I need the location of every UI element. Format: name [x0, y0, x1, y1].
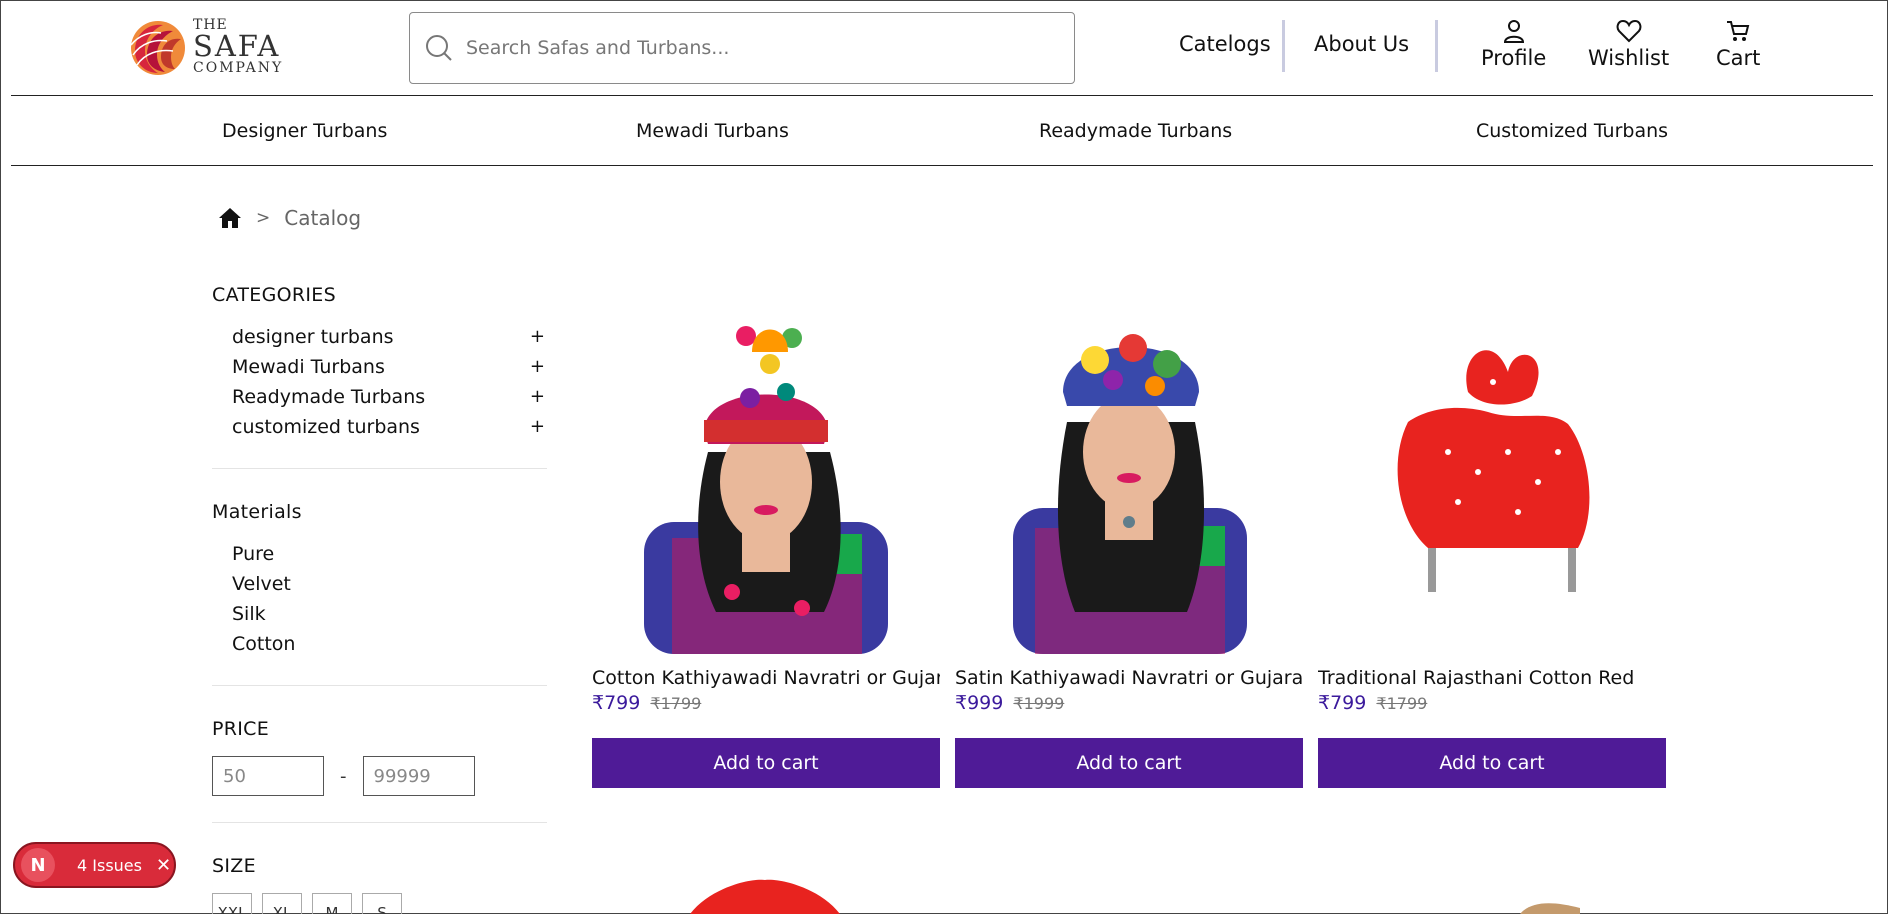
- breadcrumb-current: Catalog: [284, 206, 362, 230]
- divider: [212, 468, 547, 469]
- divider: [212, 685, 547, 686]
- product-price: ₹799 ₹1799: [592, 692, 701, 714]
- next-logo-icon: N: [21, 848, 55, 882]
- cart-label: Cart: [1716, 46, 1761, 70]
- expand-icon[interactable]: +: [530, 356, 545, 386]
- filter-category-item[interactable]: customized turbans +: [232, 416, 547, 446]
- home-icon[interactable]: [218, 206, 242, 230]
- product-image[interactable]: [1318, 312, 1666, 654]
- material-option[interactable]: Cotton: [232, 633, 547, 663]
- category-mewadi-turbans[interactable]: Mewadi Turbans: [636, 120, 789, 142]
- turban-logo-icon: [130, 21, 185, 75]
- current-price: ₹799: [1318, 692, 1367, 714]
- category-readymade-turbans[interactable]: Readymade Turbans: [1039, 120, 1232, 142]
- product-price: ₹999 ₹1999: [955, 692, 1064, 714]
- profile-button[interactable]: Profile: [1481, 18, 1546, 70]
- expand-icon[interactable]: +: [530, 386, 545, 416]
- size-option[interactable]: XXL: [212, 893, 252, 914]
- materials-title: Materials: [212, 501, 302, 523]
- product-name[interactable]: Cotton Kathiyawadi Navratri or Gujarati: [592, 667, 940, 689]
- product-image[interactable]: [690, 878, 840, 914]
- logo-wordmark: THE SAFA COMPANY: [193, 18, 283, 75]
- size-option[interactable]: M: [312, 893, 352, 914]
- current-price: ₹999: [955, 692, 1004, 714]
- heart-icon: [1616, 19, 1641, 43]
- size-title: SIZE: [212, 855, 256, 877]
- current-price: ₹799: [592, 692, 641, 714]
- product-price: ₹799 ₹1799: [1318, 692, 1427, 714]
- profile-label: Profile: [1481, 46, 1547, 70]
- logo-name: SAFA: [193, 28, 281, 63]
- issues-count[interactable]: 4 Issues: [77, 856, 142, 875]
- product-image[interactable]: [1520, 900, 1580, 914]
- nav-about-link[interactable]: About Us: [1314, 32, 1409, 56]
- filter-category-item[interactable]: Mewadi Turbans +: [232, 356, 547, 386]
- site-header: THE SAFA COMPANY Catelogs About Us Profi…: [11, 0, 1873, 96]
- nav-separator: [1435, 20, 1438, 72]
- filter-category-item[interactable]: designer turbans +: [232, 326, 547, 356]
- materials-list: Pure Velvet Silk Cotton: [212, 543, 547, 663]
- expand-icon[interactable]: +: [530, 326, 545, 356]
- material-option[interactable]: Velvet: [232, 573, 547, 603]
- size-option[interactable]: XL: [262, 893, 302, 914]
- search-icon: [426, 35, 452, 61]
- original-price: ₹1799: [1376, 694, 1428, 713]
- brand-logo[interactable]: THE SAFA COMPANY: [127, 14, 327, 78]
- price-max-input[interactable]: [362, 756, 475, 796]
- add-to-cart-button[interactable]: Add to cart: [592, 738, 940, 788]
- filter-sidebar: CATEGORIES designer turbans + Mewadi Tur…: [212, 284, 547, 914]
- expand-icon[interactable]: +: [530, 416, 545, 446]
- material-option[interactable]: Silk: [232, 603, 547, 633]
- category-nav-bar: Designer Turbans Mewadi Turbans Readymad…: [11, 96, 1873, 166]
- search-bar[interactable]: [409, 12, 1075, 84]
- original-price: ₹1999: [1013, 694, 1065, 713]
- close-icon[interactable]: ✕: [156, 855, 171, 876]
- nav-separator: [1282, 20, 1285, 72]
- add-to-cart-button[interactable]: Add to cart: [955, 738, 1303, 788]
- search-input[interactable]: [466, 37, 1026, 59]
- filter-category-label: Mewadi Turbans: [232, 356, 385, 378]
- product-image[interactable]: [592, 312, 940, 654]
- category-customized-turbans[interactable]: Customized Turbans: [1476, 120, 1668, 142]
- category-designer-turbans[interactable]: Designer Turbans: [222, 120, 387, 142]
- material-option[interactable]: Pure: [232, 543, 547, 573]
- filter-category-label: designer turbans: [232, 326, 394, 348]
- categories-list: designer turbans + Mewadi Turbans + Read…: [212, 326, 547, 446]
- price-title: PRICE: [212, 718, 270, 740]
- size-options: XXL XL M S: [212, 893, 547, 914]
- original-price: ₹1799: [650, 694, 702, 713]
- cart-icon: [1727, 21, 1750, 41]
- size-option[interactable]: S: [362, 893, 402, 914]
- filter-category-label: customized turbans: [232, 416, 420, 438]
- filter-category-label: Readymade Turbans: [232, 386, 426, 408]
- product-image[interactable]: [955, 312, 1303, 654]
- wishlist-button[interactable]: Wishlist: [1588, 18, 1669, 70]
- price-dash: -: [340, 765, 347, 787]
- dev-issues-badge[interactable]: N 4 Issues ✕: [13, 842, 176, 888]
- categories-title: CATEGORIES: [212, 284, 336, 306]
- price-range: -: [212, 756, 547, 796]
- product-name[interactable]: Satin Kathiyawadi Navratri or Gujarati: [955, 667, 1303, 689]
- cart-button[interactable]: Cart: [1716, 18, 1760, 70]
- breadcrumb-separator: >: [256, 208, 271, 228]
- price-min-input[interactable]: [212, 756, 324, 796]
- user-icon: [1503, 20, 1524, 43]
- add-to-cart-button[interactable]: Add to cart: [1318, 738, 1666, 788]
- wishlist-label: Wishlist: [1588, 46, 1670, 70]
- divider: [212, 822, 547, 823]
- breadcrumb: > Catalog: [218, 206, 361, 230]
- logo-company: COMPANY: [193, 59, 284, 76]
- product-name[interactable]: Traditional Rajasthani Cotton Red: [1318, 667, 1666, 689]
- filter-category-item[interactable]: Readymade Turbans +: [232, 386, 547, 416]
- nav-catalogs-link[interactable]: Catelogs: [1179, 32, 1271, 56]
